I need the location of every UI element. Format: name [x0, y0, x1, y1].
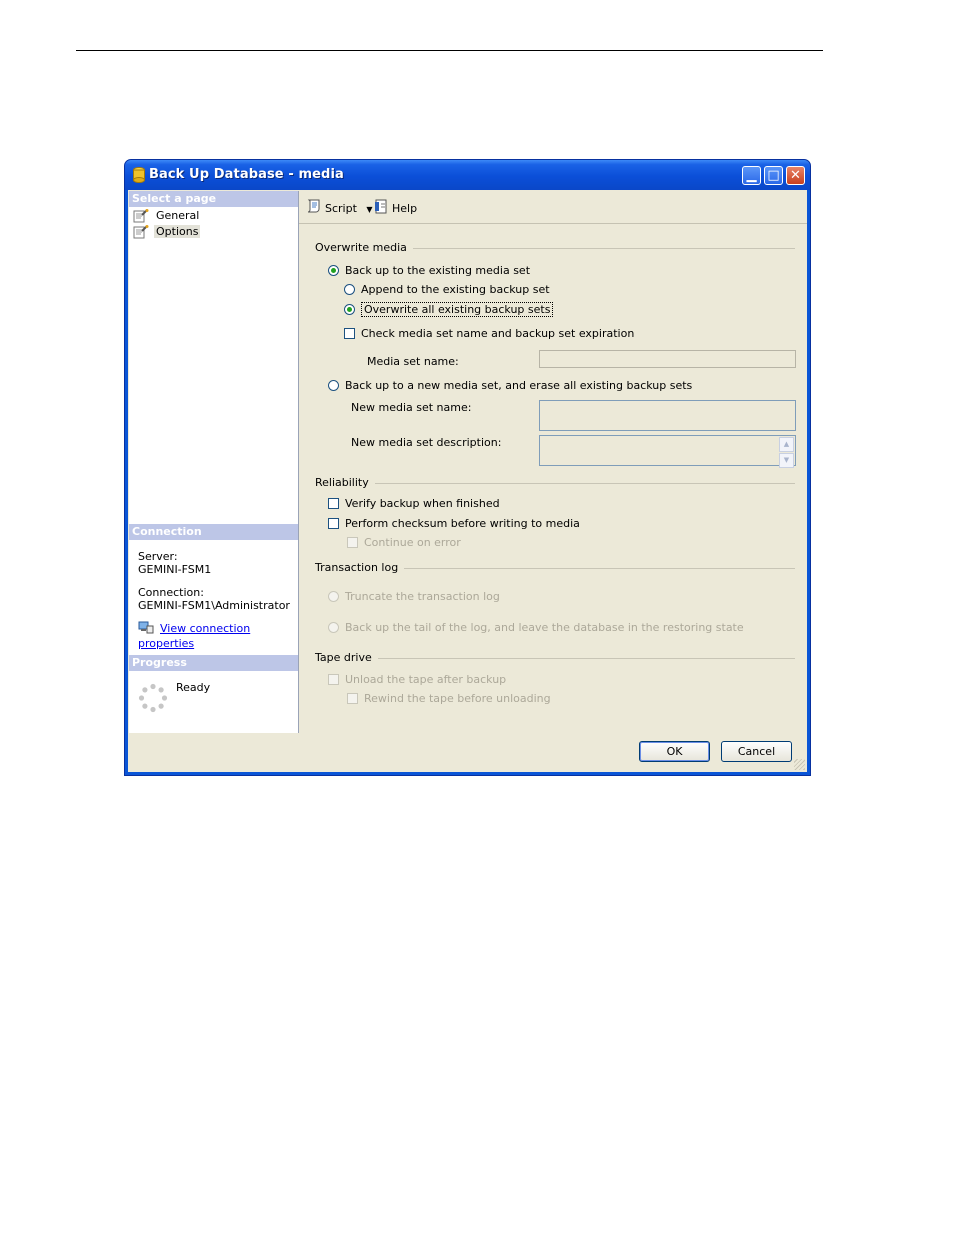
dropdown-arrow-icon[interactable]: ▼ [366, 205, 372, 214]
connection-header: Connection [129, 524, 298, 540]
right-pane: Script ▼ Help Overwrite media Back up to… [299, 191, 807, 733]
connection-value: GEMINI-FSM1\Administrator [138, 599, 290, 612]
maximize-button[interactable]: □ [764, 166, 783, 185]
radio-selected[interactable] [328, 264, 339, 276]
new-media-set-name-field[interactable] [539, 400, 796, 431]
media-set-name-label: Media set name: [367, 355, 459, 368]
radio-disabled[interactable] [328, 621, 339, 633]
button-bar: OK Cancel [128, 733, 807, 772]
minimize-button[interactable]: ▁ [742, 166, 761, 185]
view-connection-properties-label[interactable]: View connection properties [138, 622, 250, 650]
append-backup-set-label: Append to the existing backup set [361, 283, 550, 296]
progress-spinner-icon [138, 683, 168, 713]
radio-selected[interactable] [344, 303, 355, 315]
unload-tape-checkbox[interactable]: Unload the tape after backup [328, 673, 506, 687]
view-connection-properties-link[interactable]: View connection properties [138, 621, 298, 650]
radio-unselected[interactable] [344, 283, 355, 295]
verify-backup-label: Verify backup when finished [345, 497, 500, 510]
checkbox-disabled[interactable] [328, 673, 339, 685]
overwrite-backup-sets-radio[interactable]: Overwrite all existing backup sets [344, 302, 554, 317]
append-backup-set-radio[interactable]: Append to the existing backup set [344, 283, 550, 297]
reliability-label: Reliability [315, 476, 375, 490]
description-scrollbar[interactable]: ▲ ▼ [779, 437, 794, 468]
minimize-icon: ▁ [746, 168, 757, 183]
perform-checksum-checkbox[interactable]: Perform checksum before writing to media [328, 517, 580, 531]
radio-unselected[interactable] [328, 379, 339, 391]
checkbox-unchecked[interactable] [328, 497, 339, 509]
database-icon [133, 167, 145, 186]
page-item-label: Options [154, 225, 201, 238]
new-media-set-radio[interactable]: Back up to a new media set, and erase al… [328, 379, 692, 393]
scroll-down-icon[interactable]: ▼ [779, 453, 794, 468]
help-icon [374, 199, 389, 219]
rewind-tape-label: Rewind the tape before unloading [364, 692, 551, 705]
progress-status: Ready [176, 681, 211, 694]
verify-backup-checkbox[interactable]: Verify backup when finished [328, 497, 500, 511]
toolbar: Script ▼ Help [299, 191, 807, 224]
continue-on-error-checkbox[interactable]: Continue on error [347, 536, 461, 550]
server-label: Server: [138, 550, 178, 563]
close-icon: ✕ [790, 168, 801, 183]
ok-button[interactable]: OK [639, 741, 710, 762]
check-expiration-checkbox[interactable]: Check media set name and backup set expi… [344, 327, 634, 341]
close-button[interactable]: ✕ [786, 166, 805, 185]
server-value: GEMINI-FSM1 [138, 563, 212, 576]
reliability-divider [315, 483, 795, 484]
help-label: Help [392, 202, 418, 215]
checkbox-unchecked[interactable] [344, 327, 355, 339]
connection-properties-icon [138, 621, 154, 637]
backup-tail-log-label: Back up the tail of the log, and leave t… [345, 621, 744, 634]
left-pane: Select a page General Options Connection… [129, 191, 299, 733]
unload-tape-label: Unload the tape after backup [345, 673, 507, 686]
perform-checksum-label: Perform checksum before writing to media [345, 517, 580, 530]
page-wrench-icon [133, 225, 149, 239]
checkbox-disabled[interactable] [347, 536, 358, 548]
page-item-general[interactable]: General [133, 208, 201, 224]
new-media-set-description-field[interactable]: ▲ ▼ [539, 435, 796, 468]
existing-media-set-label: Back up to the existing media set [345, 264, 531, 277]
new-media-set-description-label: New media set description: [351, 436, 502, 449]
backup-database-dialog: Back Up Database - media ▁ □ ✕ Select a … [124, 159, 811, 776]
overwrite-media-label: Overwrite media [315, 241, 413, 255]
resize-grip-icon[interactable] [794, 759, 805, 770]
scroll-up-icon[interactable]: ▲ [779, 437, 794, 452]
rewind-tape-checkbox[interactable]: Rewind the tape before unloading [347, 692, 551, 706]
script-button[interactable]: Script ▼ [306, 199, 373, 215]
connection-label: Connection: [138, 586, 204, 599]
backup-tail-log-radio[interactable]: Back up the tail of the log, and leave t… [328, 621, 744, 635]
title-bar[interactable]: Back Up Database - media ▁ □ ✕ [125, 160, 810, 190]
tape-drive-divider [315, 658, 795, 659]
page-top-rule [76, 50, 823, 51]
cancel-label: Cancel [737, 745, 776, 758]
script-icon [306, 199, 322, 219]
select-page-header: Select a page [129, 191, 298, 207]
checkbox-disabled[interactable] [347, 692, 358, 704]
dialog-client-area: Select a page General Options Connection… [128, 190, 807, 772]
page-item-label: General [156, 209, 200, 222]
help-button[interactable]: Help [374, 199, 417, 215]
progress-area: Ready [129, 671, 298, 731]
window-title: Back Up Database - media [149, 167, 344, 182]
check-expiration-label: Check media set name and backup set expi… [361, 327, 635, 340]
cancel-button[interactable]: Cancel [721, 741, 792, 762]
truncate-log-radio[interactable]: Truncate the transaction log [328, 590, 500, 604]
ok-label: OK [666, 745, 683, 758]
script-label: Script [325, 202, 357, 215]
page-item-options[interactable]: Options [133, 224, 201, 240]
overwrite-backup-sets-label: Overwrite all existing backup sets [361, 302, 554, 317]
continue-on-error-label: Continue on error [364, 536, 461, 549]
maximize-icon: □ [767, 168, 780, 183]
checkbox-unchecked[interactable] [328, 517, 339, 529]
page-wrench-icon [133, 209, 149, 223]
new-media-set-label: Back up to a new media set, and erase al… [345, 379, 693, 392]
tape-drive-label: Tape drive [315, 651, 378, 665]
existing-media-set-radio[interactable]: Back up to the existing media set [328, 264, 530, 278]
transaction-log-label: Transaction log [315, 561, 405, 575]
progress-header: Progress [129, 655, 298, 671]
media-set-name-field[interactable] [539, 350, 796, 368]
radio-disabled[interactable] [328, 590, 339, 602]
new-media-set-name-label: New media set name: [351, 401, 472, 414]
truncate-log-label: Truncate the transaction log [345, 590, 500, 603]
